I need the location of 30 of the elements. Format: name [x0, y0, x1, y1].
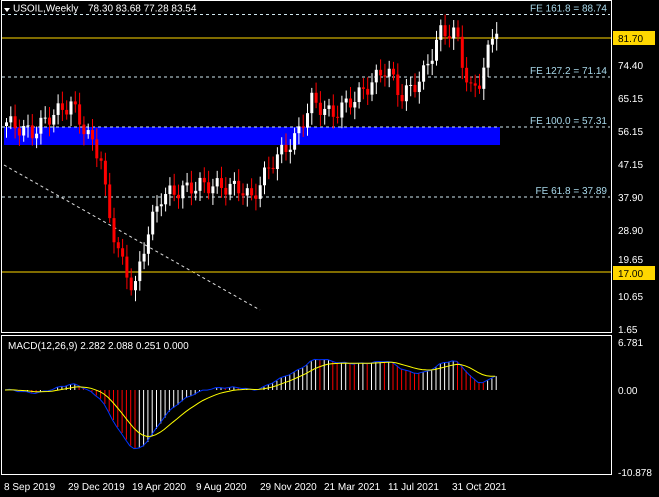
price-label: 74.40 — [618, 61, 644, 72]
date-label: 11 Jul 2021 — [388, 482, 439, 493]
price-label: 65.15 — [618, 94, 644, 105]
macd-axis-label: -10.878 — [618, 468, 652, 479]
date-label: 8 Sep 2019 — [4, 482, 56, 493]
date-label: 31 Oct 2021 — [452, 482, 506, 493]
price-label: 17.00 — [613, 266, 655, 280]
macd-axis-label: 6.781 — [618, 338, 644, 349]
date-label: 29 Dec 2019 — [68, 482, 125, 493]
price-label: 1.65 — [618, 325, 638, 336]
price-label: 28.90 — [618, 226, 644, 237]
dropdown-arrow-icon[interactable] — [4, 8, 10, 12]
date-label: 21 Mar 2021 — [324, 482, 380, 493]
fibo-level-label: FE 127.2 = 71.14 — [530, 66, 607, 77]
macd-axis-label: 0.00 — [618, 386, 638, 397]
chart-symbol: USOIL,Weekly — [13, 4, 78, 14]
price-label: 19.65 — [618, 255, 644, 266]
fibo-level-label: FE 100.0 = 57.31 — [530, 116, 607, 127]
price-label: 37.90 — [618, 193, 644, 204]
fibo-level-label: FE 61.8 = 37.89 — [536, 186, 607, 197]
fibo-level-label: FE 161.8 = 88.74 — [530, 4, 607, 14]
date-label: 19 Apr 2020 — [132, 482, 186, 493]
price-label: 56.15 — [618, 127, 644, 138]
date-label: 29 Nov 2020 — [260, 482, 317, 493]
date-label: 9 Aug 2020 — [196, 482, 247, 493]
macd-label: MACD(12,26,9) 2.282 2.088 0.251 0.000 — [8, 341, 189, 352]
ohlc-values: 78.30 83.68 77.28 83.54 — [88, 4, 196, 14]
price-label: 81.70 — [613, 31, 655, 45]
price-label: 47.15 — [618, 160, 644, 171]
price-label: 10.65 — [618, 292, 644, 303]
